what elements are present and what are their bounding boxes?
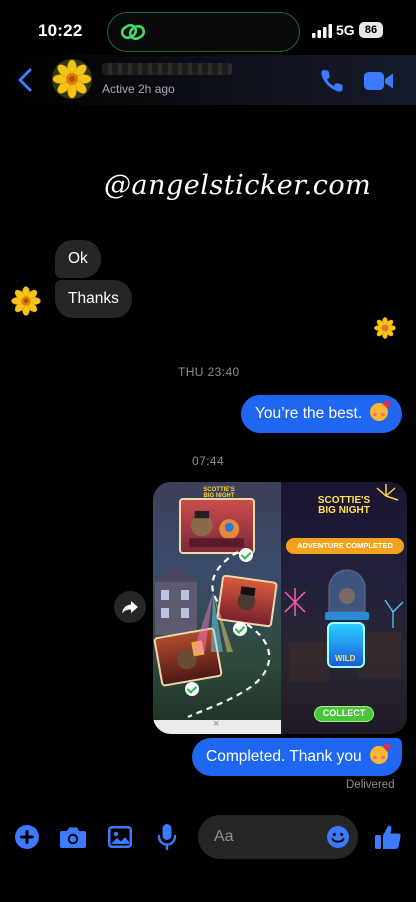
video-call-icon[interactable] [364, 70, 394, 92]
status-bar: 10:22 5G 86 [0, 0, 416, 60]
adventure-completed-banner: ADVENTURE COMPLETED [286, 538, 404, 554]
sunflower-avatar-icon [52, 59, 92, 99]
incoming-message-ok[interactable]: Ok [55, 240, 101, 278]
contact-name-redacted[interactable] [102, 63, 232, 75]
trophy-dome-illustration [325, 569, 369, 620]
game-screenshot-left: SCOTTIE'S BIG NIGHT × [153, 482, 281, 734]
camera-icon[interactable] [59, 825, 87, 849]
check-badge-icon [233, 622, 247, 636]
seen-receipt-sunflower-icon [374, 317, 396, 339]
outgoing-message-completed[interactable]: Completed. Thank you [192, 738, 402, 776]
message-text: You’re the best. [255, 405, 363, 422]
smiling-face-hearts-emoji-icon [370, 399, 392, 421]
microphone-icon[interactable] [157, 823, 177, 851]
chat-header: Active 2h ago [0, 55, 416, 105]
watermark: @angelsticker.com [104, 170, 372, 201]
back-chevron-icon[interactable] [14, 67, 38, 93]
link-chain-icon [120, 23, 146, 41]
timestamp-thu: THU 23:40 [178, 365, 240, 379]
photo-gallery-icon[interactable] [107, 825, 133, 849]
image-attachment[interactable]: SCOTTIE'S BIG NIGHT × SCOTTIE'S BIG NIGH… [153, 482, 407, 734]
cellular-signal-icon [312, 24, 332, 38]
collect-button[interactable]: COLLECT [314, 706, 374, 722]
check-badge-icon [185, 682, 199, 696]
dynamic-island [107, 12, 300, 52]
contact-avatar[interactable] [52, 59, 92, 99]
network-type: 5G [336, 22, 355, 38]
active-status: Active 2h ago [102, 82, 175, 96]
sender-avatar-sunflower-icon[interactable] [11, 286, 41, 316]
delivery-status: Delivered [346, 779, 395, 791]
spotlight-illustration [193, 592, 233, 652]
battery-level: 86 [359, 22, 383, 38]
outgoing-message-best[interactable]: You’re the best. [241, 395, 403, 433]
close-ad-icon[interactable]: × [213, 718, 219, 730]
game-screenshot-right: SCOTTIE'S BIG NIGHT WILD [281, 482, 407, 734]
timestamp-morning: 07:44 [192, 454, 225, 468]
forward-arrow-icon [122, 601, 138, 614]
wild-card-icon: WILD [327, 622, 365, 668]
share-forward-button[interactable] [114, 591, 146, 623]
emoji-picker-icon[interactable] [326, 825, 350, 849]
message-text: Completed. Thank you [206, 748, 362, 765]
logo-right: SCOTTIE'S BIG NIGHT [317, 495, 371, 516]
phone-call-icon[interactable] [318, 67, 346, 95]
wild-label: WILD [335, 654, 356, 663]
thumbs-up-like-icon[interactable] [374, 823, 402, 851]
status-time: 10:22 [38, 21, 83, 40]
message-composer [0, 806, 416, 870]
incoming-message-thanks[interactable]: Thanks [55, 280, 132, 318]
smiling-face-hearts-emoji-icon [369, 742, 392, 764]
logo-left: SCOTTIE'S BIG NIGHT [203, 487, 235, 499]
add-plus-icon[interactable] [14, 824, 40, 850]
